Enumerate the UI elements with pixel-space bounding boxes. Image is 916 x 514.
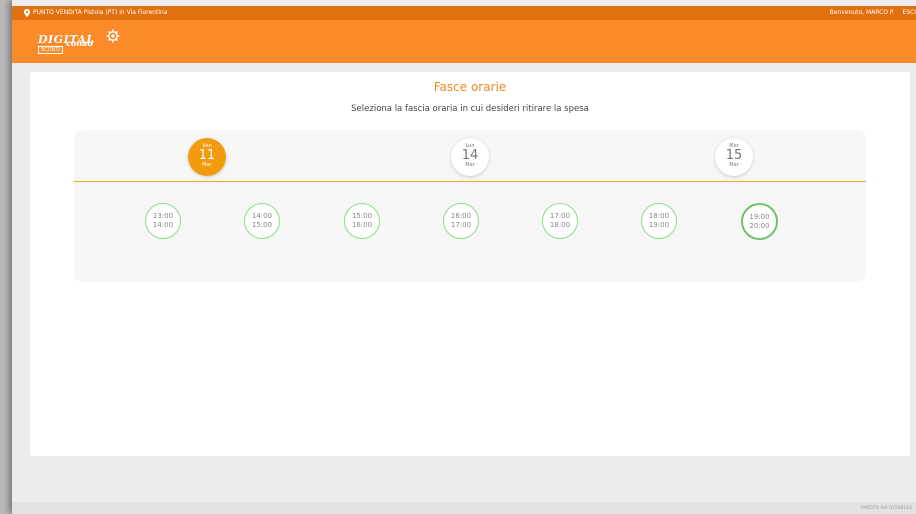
day-divider xyxy=(74,181,866,182)
welcome-text: Benvenuto, MARCO P. xyxy=(829,9,895,16)
day-number: 11 xyxy=(198,148,216,163)
day-button-mar-15[interactable]: Mar 15 Mar xyxy=(715,138,753,176)
location-pin-icon xyxy=(24,9,30,17)
day-number: 14 xyxy=(461,148,479,163)
slot-start: 19:00 xyxy=(749,212,770,221)
app-window: PUNTO VENDITA Pistoia (PT) in Via Fioren… xyxy=(12,0,916,514)
timeslot-15-16[interactable]: 15:00 16:00 xyxy=(344,203,380,239)
slot-end: 16:00 xyxy=(351,221,373,229)
digital-conad-logo[interactable]: DIGITAL conad SCONTI xyxy=(38,28,130,56)
slot-start: 15:00 xyxy=(351,212,373,220)
page-subtitle: Seleziona la fascia oraria in cui deside… xyxy=(351,104,589,114)
day-button-ven-11[interactable]: Ven 11 Mar xyxy=(188,138,226,176)
slot-start: 16:00 xyxy=(450,212,472,220)
slot-end: 14:00 xyxy=(152,221,174,229)
slot-start: 18:00 xyxy=(648,212,670,220)
timeslot-16-17[interactable]: 16:00 17:00 xyxy=(443,203,479,239)
brand-bar: DIGITAL conad SCONTI xyxy=(12,20,916,63)
timeslot-13-14[interactable]: 13:00 14:00 xyxy=(145,203,181,239)
store-info[interactable]: PUNTO VENDITA Pistoia (PT) in Via Fioren… xyxy=(24,6,167,20)
logo-line-3: SCONTI xyxy=(38,46,63,54)
slot-end: 15:00 xyxy=(251,221,273,229)
slot-end: 19:00 xyxy=(648,221,670,229)
timeslot-14-15[interactable]: 14:00 15:00 xyxy=(244,203,280,239)
timeslot-18-19[interactable]: 18:00 19:00 xyxy=(641,203,677,239)
store-label: PUNTO VENDITA Pistoia (PT) in Via Fioren… xyxy=(33,9,168,16)
slot-end: 18:00 xyxy=(549,221,571,229)
footer-vat: PARTITA IVA 01508110 xyxy=(861,506,912,511)
slot-end: 17:00 xyxy=(450,221,472,229)
slot-start: 17:00 xyxy=(549,212,571,220)
logout-link[interactable]: ESCI xyxy=(902,9,916,16)
top-bar: PUNTO VENDITA Pistoia (PT) in Via Fioren… xyxy=(12,6,916,20)
logo-line-2: conad xyxy=(66,39,94,48)
page-title: Fasce orarie xyxy=(433,80,507,94)
day-month: Mar xyxy=(729,162,739,168)
main-card: Fasce orarie Seleziona la fascia oraria … xyxy=(30,72,910,456)
footer: PARTITA IVA 01508110 xyxy=(12,502,916,514)
slot-start: 13:00 xyxy=(152,212,174,220)
slot-start: 14:00 xyxy=(251,212,273,220)
day-month: Mar xyxy=(202,162,212,168)
timeslot-panel: Ven 11 Mar Lun 14 Mar Mar 15 Mar 13:00 1… xyxy=(74,130,866,282)
logo-gear-icon xyxy=(106,29,120,43)
timeslot-19-20[interactable]: 19:00 20:00 xyxy=(741,203,778,240)
slot-end: 20:00 xyxy=(749,221,770,230)
day-month: Mar xyxy=(465,162,475,168)
day-button-lun-14[interactable]: Lun 14 Mar xyxy=(451,138,489,176)
timeslot-17-18[interactable]: 17:00 18:00 xyxy=(542,203,578,239)
day-number: 15 xyxy=(725,148,743,163)
